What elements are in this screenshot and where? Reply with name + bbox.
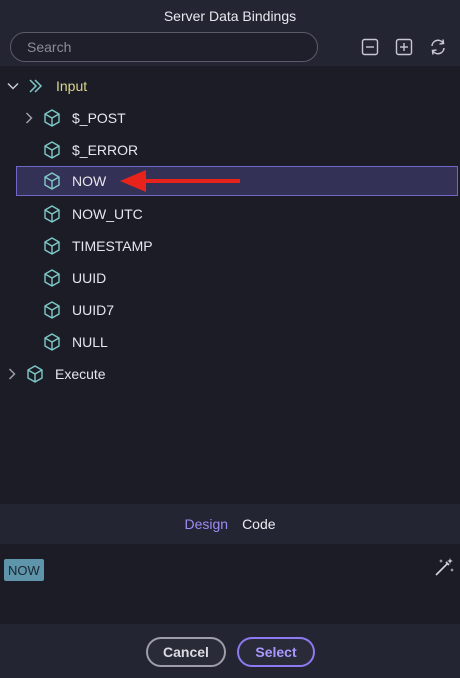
bindings-tree: Input $_POST $_ERROR NOW NOW_UTC TIMESTA… xyxy=(0,66,460,504)
expand-all-icon xyxy=(395,38,413,56)
select-button[interactable]: Select xyxy=(237,637,315,667)
tab-code[interactable]: Code xyxy=(242,516,275,532)
tree-label-uuid: UUID xyxy=(72,270,107,286)
tree-label-timestamp: TIMESTAMP xyxy=(72,238,153,254)
tree-node-error[interactable]: $_ERROR xyxy=(0,134,460,166)
chevron-down-icon[interactable] xyxy=(7,80,19,92)
dialog-footer: Cancel Select xyxy=(0,624,460,678)
cube-icon xyxy=(44,269,60,287)
dialog-title-bar: Server Data Bindings xyxy=(0,0,460,32)
chevron-right-icon[interactable] xyxy=(6,368,18,380)
tree-node-uuid[interactable]: UUID xyxy=(0,262,460,294)
tree-node-timestamp[interactable]: TIMESTAMP xyxy=(0,230,460,262)
chevron-right-icon[interactable] xyxy=(23,112,35,124)
tree-label-uuid7: UUID7 xyxy=(72,302,115,318)
expression-token[interactable]: NOW xyxy=(4,559,44,581)
tree-node-execute[interactable]: Execute xyxy=(0,358,460,390)
tree-label-post: $_POST xyxy=(72,110,126,126)
cube-icon xyxy=(44,237,60,255)
cancel-button[interactable]: Cancel xyxy=(146,637,226,667)
tree-label-null: NULL xyxy=(72,334,108,350)
cube-icon xyxy=(44,205,60,223)
red-arrow-annotation xyxy=(120,170,240,192)
tree-node-now-utc[interactable]: NOW_UTC xyxy=(0,198,460,230)
cube-icon xyxy=(27,365,43,383)
magic-wand-icon[interactable] xyxy=(433,556,455,578)
tab-design[interactable]: Design xyxy=(184,516,228,532)
refresh-button[interactable] xyxy=(428,38,448,56)
tree-label-execute: Execute xyxy=(55,366,106,382)
expand-all-button[interactable] xyxy=(395,38,413,56)
search-input[interactable] xyxy=(10,32,318,62)
tree-node-uuid7[interactable]: UUID7 xyxy=(0,294,460,326)
expression-editor[interactable]: NOW xyxy=(0,544,460,624)
tree-label-now-utc: NOW_UTC xyxy=(72,206,143,222)
toolbar xyxy=(0,32,460,66)
input-chevrons-icon xyxy=(29,79,43,93)
collapse-all-icon xyxy=(361,38,379,56)
tree-node-input[interactable]: Input xyxy=(0,70,460,102)
tree-label-error: $_ERROR xyxy=(72,142,139,158)
dialog-title: Server Data Bindings xyxy=(163,8,297,24)
tree-node-null[interactable]: NULL xyxy=(0,326,460,358)
cube-icon xyxy=(44,172,60,190)
tree-label-now: NOW xyxy=(72,173,107,189)
tree-label-input: Input xyxy=(56,78,88,94)
cube-icon xyxy=(44,109,60,127)
cube-icon xyxy=(44,333,60,351)
view-tabs: Design Code xyxy=(0,504,460,544)
cube-icon xyxy=(44,141,60,159)
tree-node-post[interactable]: $_POST xyxy=(0,102,460,134)
refresh-icon xyxy=(431,39,445,55)
collapse-all-button[interactable] xyxy=(361,38,379,56)
cube-icon xyxy=(44,301,60,319)
